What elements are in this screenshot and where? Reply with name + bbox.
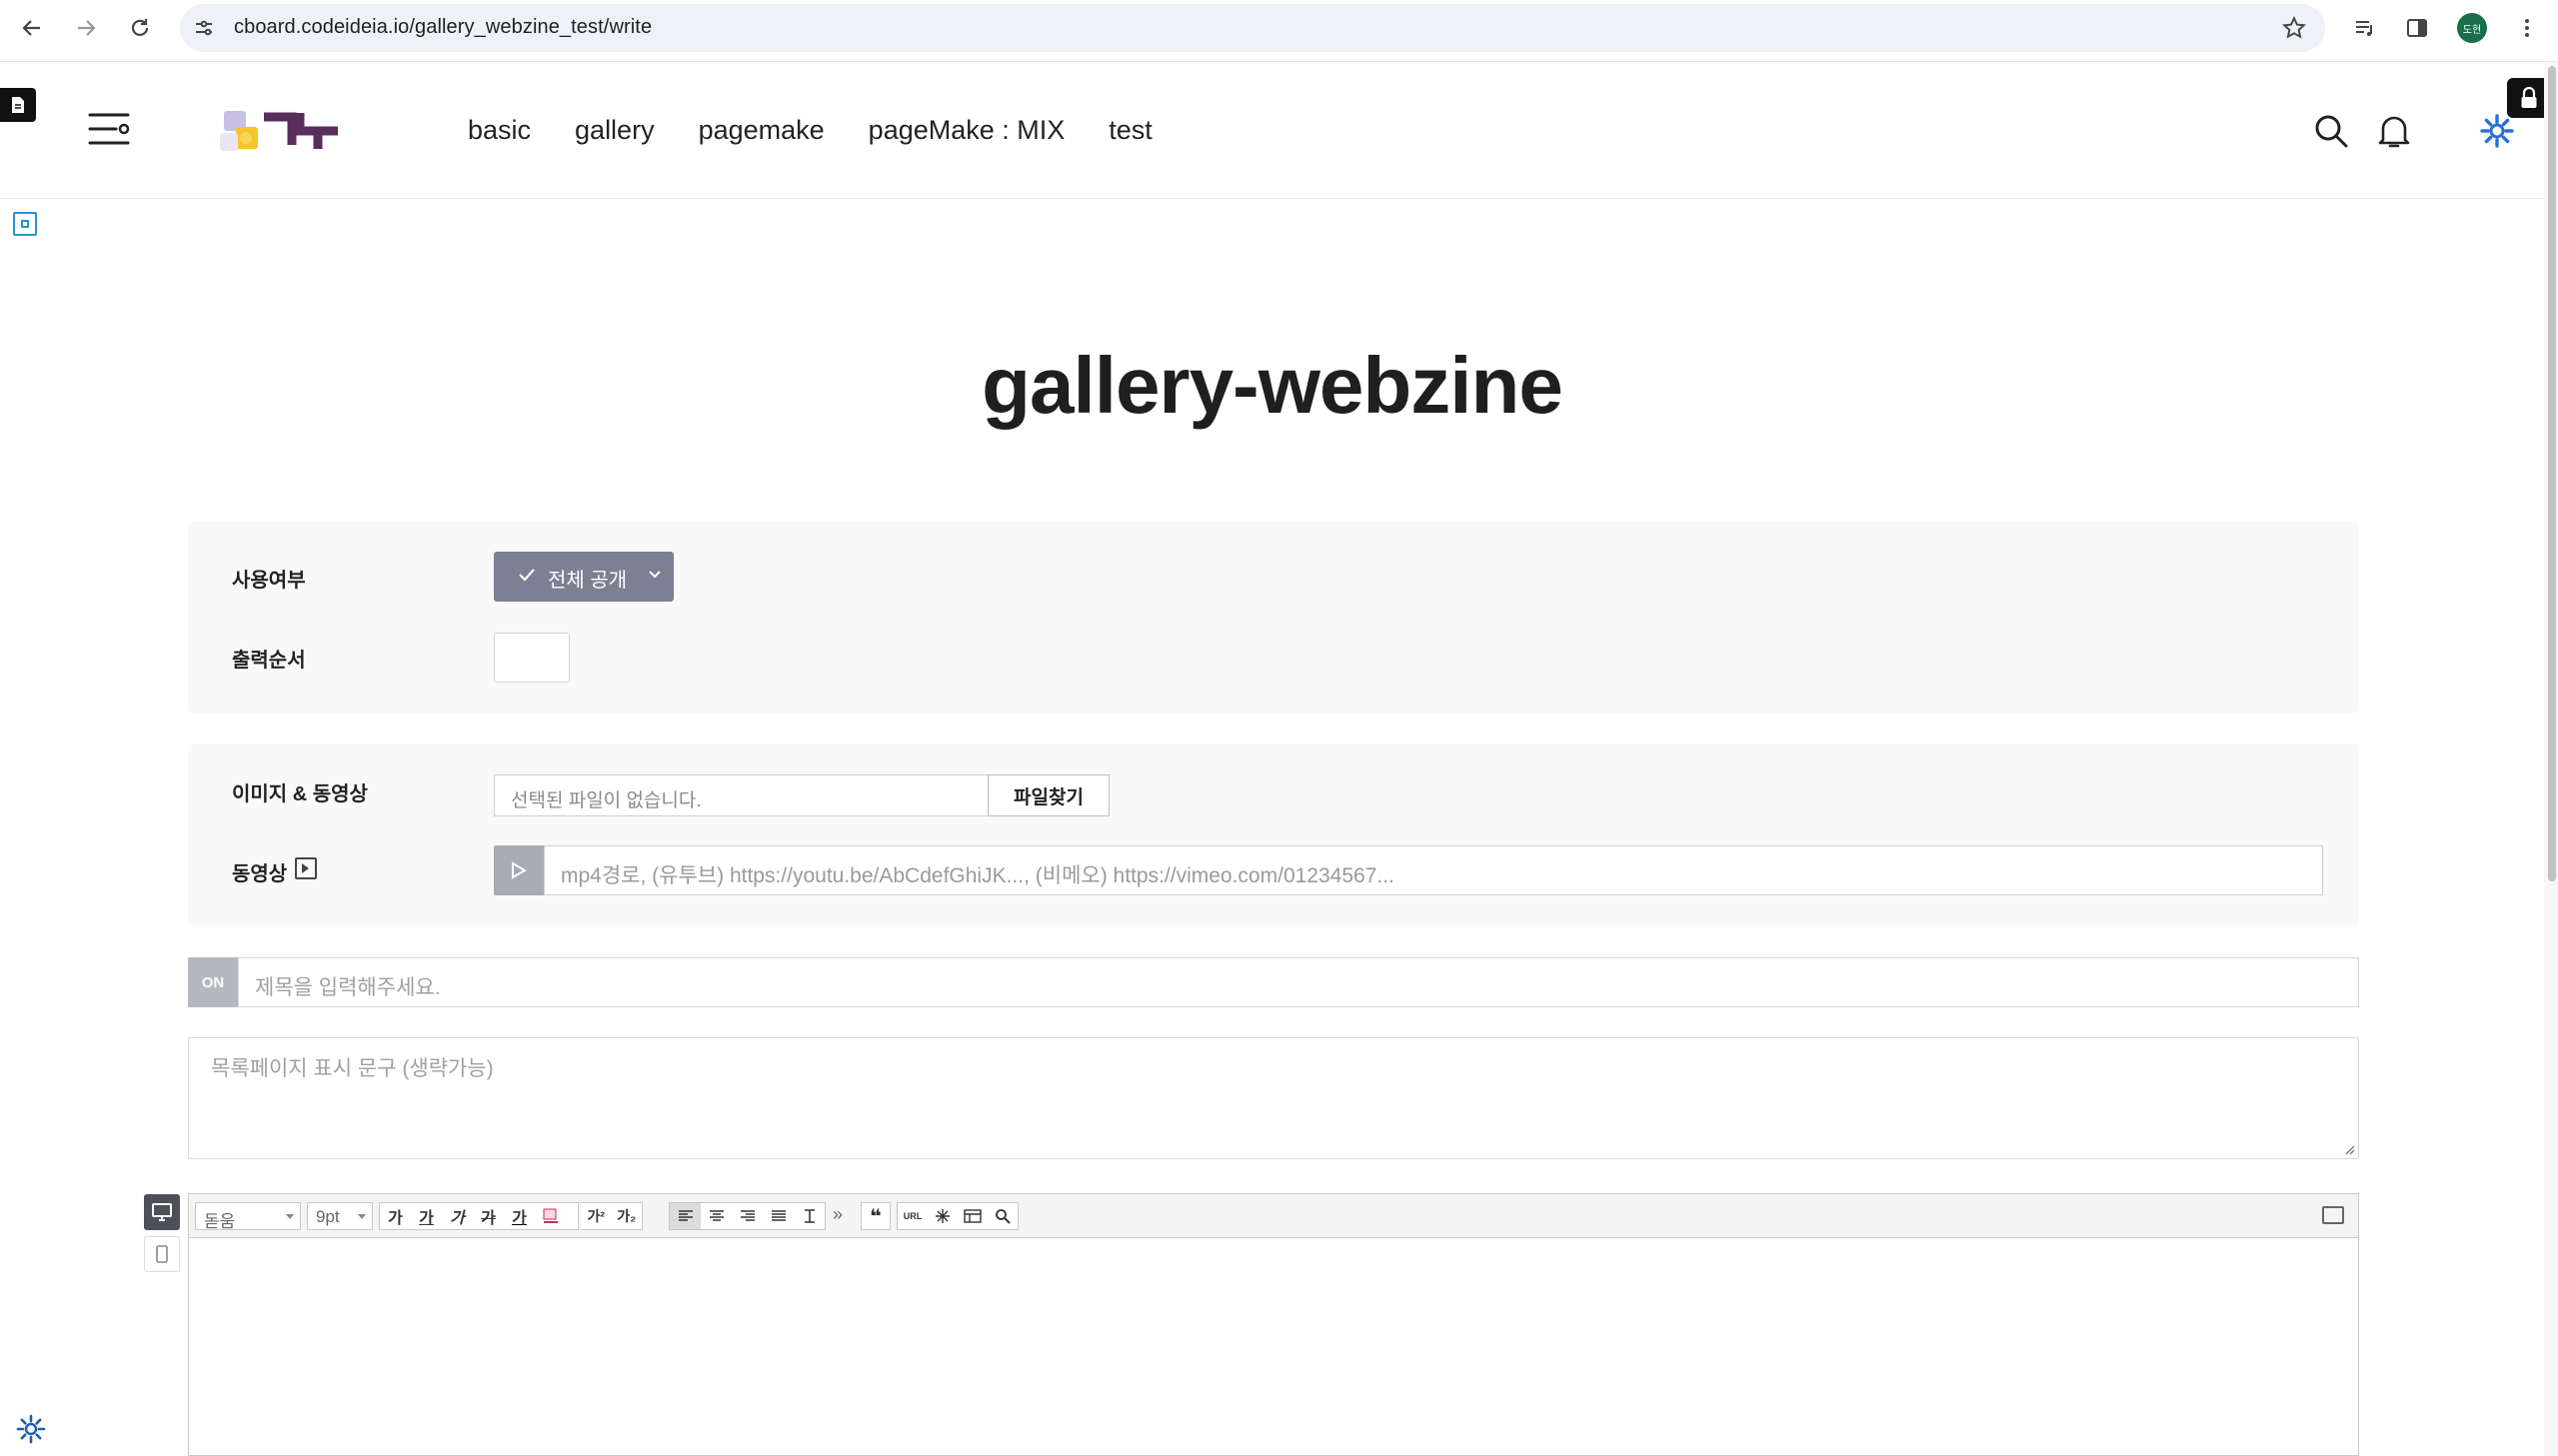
play-icon <box>512 861 527 879</box>
file-label: 이미지 & 동영상 <box>232 783 368 805</box>
lock-icon <box>2521 87 2537 108</box>
align-justify-icon <box>771 1210 786 1221</box>
summary-placeholder: 목록페이지 표시 문구 (생략가능) <box>211 1057 494 1080</box>
more-tools-button[interactable]: » <box>833 1204 843 1225</box>
align-justify-button[interactable] <box>763 1203 794 1229</box>
video-url-input[interactable]: mp4경로, (유투브) https://youtu.be/AbCdefGhiJ… <box>544 845 2323 895</box>
site-logo[interactable] <box>218 103 352 159</box>
mobile-mode-button[interactable] <box>144 1236 180 1272</box>
file-browse-button[interactable]: 파일찾기 <box>988 774 1110 816</box>
mobile-icon <box>156 1245 168 1263</box>
url-button[interactable]: URL <box>898 1203 928 1229</box>
chevron-down-icon <box>649 571 661 579</box>
scrollbar-thumb[interactable] <box>2548 66 2556 881</box>
bold-button[interactable]: 가 <box>380 1203 411 1229</box>
magnifier-icon <box>996 1209 1011 1224</box>
font-family-value: 돋움 <box>204 1212 236 1231</box>
align-left-icon <box>678 1210 693 1221</box>
rich-text-editor: 돋움 9pt 가 가 가 가 가 가² 가₂ » ❝ URL <box>188 1193 2359 1456</box>
page-title: gallery-webzine <box>982 341 1563 430</box>
align-left-button[interactable] <box>670 1203 701 1229</box>
video-thumbnail-icon <box>295 857 317 879</box>
font-family-select[interactable]: 돋움 <box>195 1202 301 1231</box>
strikethrough-button[interactable]: 가 <box>473 1203 504 1229</box>
superscript-button[interactable]: 가² <box>581 1203 612 1229</box>
line-height-icon <box>804 1209 815 1223</box>
align-center-button[interactable] <box>701 1203 732 1229</box>
site-header: basic gallery pagemake pageMake : MIX te… <box>0 63 2544 199</box>
font-size-select[interactable]: 9pt <box>307 1202 373 1230</box>
check-icon <box>519 569 535 582</box>
summary-textarea[interactable]: 목록페이지 표시 문구 (생략가능) <box>188 1037 2359 1159</box>
nav-gallery[interactable]: gallery <box>575 115 655 146</box>
layout-frame-icon[interactable] <box>13 212 37 236</box>
quote-group: ❝ <box>861 1202 891 1230</box>
bottom-settings-icon[interactable] <box>16 1414 46 1444</box>
subscript-button[interactable]: 가₂ <box>612 1203 643 1229</box>
visibility-value: 전체 공개 <box>548 570 628 592</box>
table-icon <box>964 1209 982 1223</box>
resize-grip-icon[interactable] <box>2343 1143 2355 1155</box>
nav-pagemake-mix[interactable]: pageMake : MIX <box>869 115 1066 146</box>
document-icon <box>12 97 24 113</box>
title-input[interactable]: 제목을 입력해주세요. <box>238 957 2359 1007</box>
nav-pagemake[interactable]: pagemake <box>699 115 825 146</box>
document-widget-button[interactable] <box>0 88 36 122</box>
align-right-button[interactable] <box>732 1203 763 1229</box>
kebab-menu-icon[interactable] <box>2513 14 2541 42</box>
monitor-icon <box>152 1203 172 1221</box>
site-settings-icon[interactable] <box>192 16 216 40</box>
back-icon[interactable] <box>14 10 50 46</box>
text-format-group: 가 가 가 가 가 <box>379 1202 579 1230</box>
media-panel: 이미지 & 동영상 선택된 파일이 없습니다. 파일찾기 동영상 mp4경로, … <box>188 743 2359 927</box>
hamburger-menu-icon[interactable] <box>88 111 130 147</box>
search-icon[interactable] <box>2313 113 2349 149</box>
highlighter-icon <box>543 1208 558 1223</box>
editor-toolbar: 돋움 9pt 가 가 가 가 가 가² 가₂ » ❝ URL <box>189 1194 2358 1238</box>
file-input[interactable]: 선택된 파일이 없습니다. <box>494 774 988 816</box>
font-color-button[interactable]: 가 <box>504 1203 535 1229</box>
address-bar[interactable]: cboard.codeideia.io/gallery_webzine_test… <box>180 4 2325 52</box>
nav-basic[interactable]: basic <box>468 115 531 146</box>
highlight-button[interactable] <box>535 1203 566 1229</box>
italic-button[interactable]: 가 <box>442 1203 473 1229</box>
browser-toolbar: cboard.codeideia.io/gallery_webzine_test… <box>0 0 2558 62</box>
special-char-button[interactable] <box>928 1203 958 1229</box>
line-height-button[interactable] <box>794 1203 825 1229</box>
editor-content-area[interactable] <box>189 1238 2358 1455</box>
gear-icon[interactable] <box>2479 113 2515 149</box>
underline-button[interactable]: 가 <box>411 1203 442 1229</box>
snowflake-icon <box>936 1209 950 1223</box>
photo-upload-icon[interactable] <box>2322 1206 2344 1224</box>
bookmark-star-icon[interactable] <box>2281 15 2307 41</box>
visibility-label: 사용여부 <box>232 570 306 592</box>
video-play-button[interactable] <box>494 845 544 895</box>
find-button[interactable] <box>988 1203 1018 1229</box>
bell-icon[interactable] <box>2377 113 2411 149</box>
visibility-select[interactable]: 전체 공개 <box>494 552 674 602</box>
profile-avatar[interactable]: 도현 <box>2457 13 2487 43</box>
font-size-value: 9pt <box>316 1207 340 1226</box>
align-right-icon <box>740 1210 755 1221</box>
video-label: 동영상 <box>232 863 288 885</box>
order-input[interactable] <box>494 633 570 683</box>
table-button[interactable] <box>958 1203 988 1229</box>
forward-icon[interactable] <box>68 10 104 46</box>
media-queue-icon[interactable] <box>2351 14 2379 42</box>
reload-icon[interactable] <box>122 10 158 46</box>
main-navigation: basic gallery pagemake pageMake : MIX te… <box>468 115 1153 146</box>
title-on-toggle[interactable]: ON <box>188 957 238 1007</box>
settings-panel: 사용여부 전체 공개 출력순서 <box>188 522 2359 714</box>
align-group <box>669 1202 826 1230</box>
order-label: 출력순서 <box>232 650 306 672</box>
align-center-icon <box>709 1210 724 1221</box>
url-text[interactable]: cboard.codeideia.io/gallery_webzine_test… <box>234 16 652 39</box>
quote-button[interactable]: ❝ <box>862 1203 890 1229</box>
insert-group: URL <box>897 1202 1019 1230</box>
side-panel-icon[interactable] <box>2403 14 2431 42</box>
desktop-mode-button[interactable] <box>144 1194 180 1230</box>
script-group: 가² 가₂ <box>581 1202 643 1230</box>
nav-test[interactable]: test <box>1109 115 1153 146</box>
